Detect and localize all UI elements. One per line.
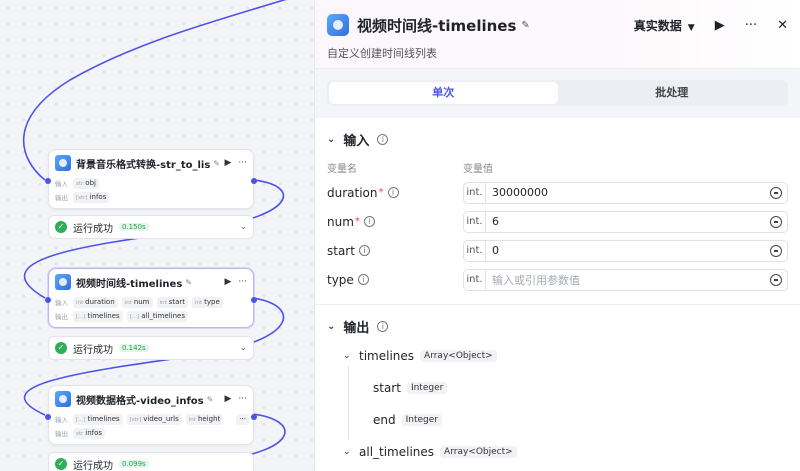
- chevron-down-icon[interactable]: ⌄: [239, 343, 247, 353]
- run-result[interactable]: ✓ 运行成功 0.150s ⌄: [48, 215, 254, 239]
- section-title: 输入: [343, 133, 370, 149]
- info-icon[interactable]: i: [387, 187, 399, 198]
- chevron-down-icon[interactable]: ⌄: [343, 351, 353, 361]
- edit-icon[interactable]: ✎: [185, 278, 192, 287]
- node-inputs: 输入 [...] timelines [str] video_urls int hei…: [49, 412, 253, 426]
- output-field-end: end Integer: [343, 404, 788, 436]
- param-row-duration: duration * i int. 30000000: [327, 178, 788, 207]
- node-inputs: 输入 int duration int num int start int type: [49, 295, 253, 309]
- variable-reference-icon[interactable]: [770, 215, 782, 228]
- output-section: ⌄ 输出 i ⌄ timelines Array<Object> start I…: [315, 312, 800, 468]
- output-port[interactable]: [251, 414, 257, 420]
- panel-description: 自定义创建时间线列表: [327, 47, 437, 60]
- tab-single[interactable]: 单次: [329, 82, 558, 104]
- required-mark: *: [378, 187, 384, 198]
- chevron-down-icon[interactable]: ⌄: [239, 222, 247, 232]
- node-str-to-list[interactable]: 背景音乐格式转换-str_to_lis ✎ ▶ ··· 输入 str obj 输出…: [45, 149, 257, 209]
- info-icon[interactable]: i: [357, 274, 369, 285]
- output-tree: ⌄ timelines Array<Object> start Integer …: [327, 340, 788, 468]
- info-icon[interactable]: i: [377, 133, 389, 145]
- code-node-icon: [55, 274, 71, 290]
- node-outputs: 输出 [...] timelines [...] all_timelines: [49, 309, 253, 323]
- node-title: 视频数据格式-video_infos: [76, 395, 204, 407]
- code-node-icon: [55, 155, 71, 171]
- data-source-select[interactable]: 真实数据 ▼: [634, 17, 695, 34]
- run-mode-tabs: 单次 批处理: [327, 80, 788, 106]
- run-icon[interactable]: ▶: [715, 18, 725, 33]
- close-icon[interactable]: ✕: [777, 18, 788, 33]
- more-icon[interactable]: ···: [238, 394, 247, 404]
- type-badge: Array<Object>: [440, 446, 517, 458]
- edit-icon[interactable]: ✎: [213, 159, 220, 168]
- more-inputs-chip[interactable]: ···: [236, 413, 249, 425]
- run-time-badge: 0.099s: [119, 460, 149, 468]
- success-check-icon: ✓: [55, 342, 67, 354]
- info-icon[interactable]: i: [377, 320, 389, 332]
- duration-input[interactable]: int. 30000000: [463, 181, 788, 204]
- type-input[interactable]: int. 输入或引用参数值: [463, 268, 788, 291]
- tab-batch[interactable]: 批处理: [558, 82, 787, 104]
- code-node-icon: [327, 14, 349, 36]
- more-icon[interactable]: ···: [238, 277, 247, 287]
- info-icon[interactable]: i: [358, 245, 370, 256]
- run-result[interactable]: ✓ 运行成功 0.099s: [48, 452, 254, 471]
- output-chip: [str] infos: [73, 191, 110, 203]
- param-column-headers: 变量名 变量值: [327, 164, 493, 175]
- run-result[interactable]: ✓ 运行成功 0.142s ⌄: [48, 336, 254, 360]
- info-icon[interactable]: i: [363, 216, 375, 227]
- start-input[interactable]: int. 0: [463, 239, 788, 262]
- node-outputs: 输出 [str] infos: [49, 190, 253, 204]
- variable-reference-icon[interactable]: [770, 244, 782, 257]
- more-icon[interactable]: ···: [238, 158, 247, 168]
- edit-icon[interactable]: ✎: [207, 395, 214, 404]
- run-time-badge: 0.150s: [119, 223, 149, 231]
- chevron-right-icon[interactable]: ⌄: [343, 447, 353, 457]
- output-field-timelines: ⌄ timelines Array<Object>: [343, 340, 788, 372]
- input-section: ⌄ 输入 i 变量名 变量值 duration * i int. 30000000 …: [315, 118, 800, 294]
- variable-reference-icon[interactable]: [770, 186, 782, 199]
- success-check-icon: ✓: [55, 221, 67, 233]
- edit-icon[interactable]: ✎: [521, 20, 529, 31]
- input-port[interactable]: [45, 414, 51, 420]
- input-port[interactable]: [45, 178, 51, 184]
- node-outputs: 输出 str infos: [49, 426, 253, 440]
- param-row-type: type i int. 输入或引用参数值: [327, 265, 788, 294]
- run-icon[interactable]: ▶: [224, 158, 231, 168]
- param-row-start: start i int. 0: [327, 236, 788, 265]
- variable-reference-icon[interactable]: [770, 273, 782, 286]
- node-title: 背景音乐格式转换-str_to_lis: [76, 159, 211, 171]
- type-badge: Array<Object>: [420, 350, 497, 362]
- input-port[interactable]: [45, 297, 51, 303]
- success-check-icon: ✓: [55, 458, 67, 470]
- panel-header: 视频时间线-timelines ✎ 真实数据 ▼ ▶ ··· ✕ 自定义创建时间线…: [315, 0, 800, 68]
- output-field-all-timelines: ⌄ all_timelines Array<Object>: [343, 436, 788, 468]
- chevron-down-icon[interactable]: ⌄: [327, 321, 335, 332]
- output-field-start: start Integer: [343, 372, 788, 404]
- node-title: 视频时间线-timelines: [76, 278, 183, 290]
- run-icon[interactable]: ▶: [224, 277, 231, 287]
- input-chip: str obj: [73, 177, 99, 189]
- panel-title: 视频时间线-timelines: [357, 16, 517, 35]
- required-mark: *: [354, 216, 360, 227]
- workflow-canvas[interactable]: 背景音乐格式转换-str_to_lis ✎ ▶ ··· 输入 str obj 输出…: [0, 0, 314, 471]
- run-time-badge: 0.142s: [119, 344, 149, 352]
- output-port[interactable]: [251, 297, 257, 303]
- node-inputs: 输入 str obj: [49, 176, 253, 190]
- output-port[interactable]: [251, 178, 257, 184]
- node-timelines[interactable]: 视频时间线-timelines ✎ ▶ ··· 输入 int duration i…: [45, 268, 257, 328]
- type-badge: Integer: [406, 382, 448, 394]
- node-video-infos[interactable]: 视频数据格式-video_infos ✎ ▶ ··· 输入 [...] timel…: [45, 385, 257, 445]
- code-node-icon: [55, 391, 71, 407]
- type-badge: Integer: [401, 414, 442, 426]
- caret-down-icon: ▼: [687, 22, 695, 33]
- more-icon[interactable]: ···: [745, 18, 757, 33]
- param-row-num: num * i int. 6: [327, 207, 788, 236]
- num-input[interactable]: int. 6: [463, 210, 788, 233]
- node-detail-panel: 视频时间线-timelines ✎ 真实数据 ▼ ▶ ··· ✕ 自定义创建时间线…: [314, 0, 800, 471]
- section-title: 输出: [343, 320, 370, 336]
- chevron-down-icon[interactable]: ⌄: [327, 134, 335, 145]
- run-icon[interactable]: ▶: [224, 394, 231, 404]
